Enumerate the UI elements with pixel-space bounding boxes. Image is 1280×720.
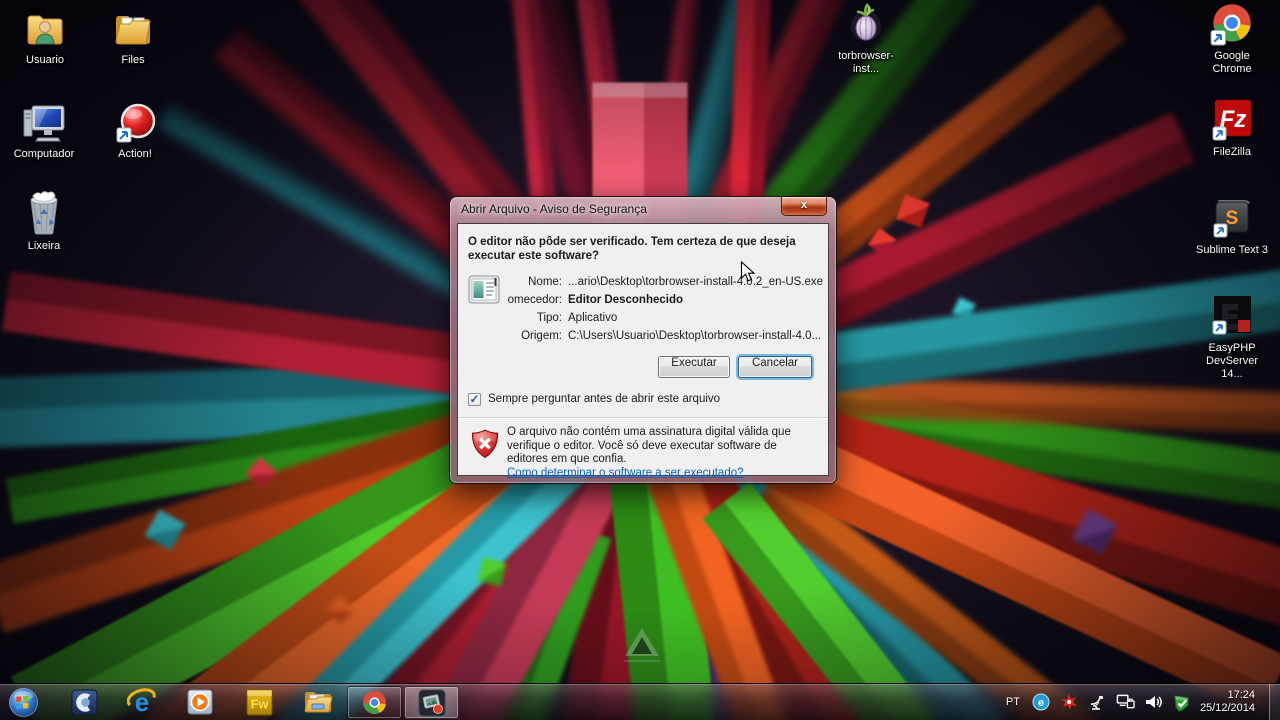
- desktop-icon-label: Computador: [13, 148, 75, 160]
- field-row-fornecedor: omecedor: Editor Desconhecido: [458, 294, 828, 312]
- desktop-icon-google-chrome[interactable]: Google Chrome: [1194, 4, 1270, 76]
- execute-button[interactable]: Executar: [658, 356, 730, 378]
- desktop-icon-label: Files: [121, 54, 145, 66]
- svg-text:S: S: [1226, 208, 1239, 229]
- tray-action-red-icon[interactable]: [1060, 691, 1079, 713]
- chrome-icon: [1194, 4, 1270, 46]
- field-label: Nome:: [528, 276, 562, 288]
- taskbar-chrome-button[interactable]: [347, 686, 402, 719]
- security-shield-icon: [471, 428, 499, 465]
- action-red-circle-icon: [97, 102, 173, 144]
- always-ask-checkbox-row: ✓ Sempre perguntar antes de abrir este a…: [468, 392, 720, 406]
- desktop-icon-sublime[interactable]: S Sublime Text 3: [1194, 198, 1270, 257]
- desktop-icon-label: torbrowser-inst...: [838, 50, 894, 75]
- sublime-text-icon: S: [1194, 198, 1270, 240]
- desktop-icon-label: Lixeira: [27, 240, 61, 252]
- svg-text:e: e: [1038, 697, 1044, 709]
- desktop-icon-filezilla[interactable]: Fz FileZilla: [1194, 99, 1270, 159]
- svg-text:Fw: Fw: [250, 697, 268, 711]
- desktop-root: Usuario Files Computador Action! Lixeira…: [0, 0, 1280, 720]
- desktop-icon-label: Google Chrome: [1212, 50, 1252, 75]
- field-label: Tipo:: [536, 312, 562, 324]
- onion-icon: [828, 3, 904, 46]
- taskbar-internet-explorer-icon[interactable]: e: [122, 685, 162, 719]
- start-button[interactable]: [2, 685, 44, 719]
- mouse-cursor: [740, 260, 757, 289]
- desktop-icon-label: Usuario: [26, 54, 64, 66]
- warning-panel: O arquivo não contém uma assinatura digi…: [458, 419, 828, 479]
- checkbox-label: Sempre perguntar antes de abrir este arq…: [488, 393, 721, 405]
- desktop-icon-lixeira[interactable]: Lixeira: [6, 191, 82, 253]
- taskbar-fireworks-icon[interactable]: Fw: [239, 685, 279, 719]
- field-value: Aplicativo: [568, 312, 618, 324]
- tray-volume-icon[interactable]: [1144, 691, 1163, 713]
- field-row-origem: Origem: C:\Users\Usuario\Desktop\torbrows…: [458, 330, 828, 348]
- close-button[interactable]: x: [781, 197, 827, 216]
- desktop-icon-label: Action!: [118, 148, 152, 160]
- dialog-title: Abrir Arquivo - Aviso de Segurança: [461, 202, 647, 216]
- desktop-icon-torbrowser[interactable]: torbrowser-inst...: [828, 3, 904, 76]
- language-indicator[interactable]: PT: [1003, 696, 1023, 708]
- cancel-button[interactable]: Cancelar: [738, 356, 812, 378]
- taskbar-camtasia-icon[interactable]: [64, 685, 104, 719]
- dialog-heading: O editor não pôde ser verificado. Tem ce…: [468, 236, 796, 262]
- computer-icon: [6, 102, 82, 144]
- desktop-icon-label: FileZilla: [1213, 146, 1251, 158]
- show-desktop-button[interactable]: [1269, 683, 1280, 720]
- field-label: Origem:: [521, 330, 562, 342]
- system-tray: PT e 17:24 25/12/2014: [1003, 684, 1269, 720]
- warning-text: O arquivo não contém uma assinatura digi…: [507, 426, 791, 479]
- field-value: ...ario\Desktop\torbrowser-install-4.0.2…: [568, 276, 824, 288]
- wallpaper-watermark-logo: [618, 628, 666, 662]
- tray-update-check-icon[interactable]: [1172, 691, 1191, 713]
- taskbar: e Fw PT e 17:24 25/12/2014: [0, 683, 1280, 720]
- desktop-icon-action[interactable]: Action!: [97, 102, 173, 161]
- security-warning-dialog: Abrir Arquivo - Aviso de Segurança x O e…: [450, 197, 836, 483]
- tray-satellite-icon[interactable]: [1088, 691, 1107, 713]
- user-folder-icon: [7, 8, 83, 50]
- recycle-bin-icon: [6, 191, 82, 236]
- field-value: Editor Desconhecido: [568, 294, 684, 306]
- desktop-icon-easyphp[interactable]: EasyPHP DevServer 14...: [1194, 296, 1270, 381]
- easyphp-icon: [1194, 296, 1270, 338]
- folder-icon: [95, 8, 171, 50]
- taskbar-media-player-icon[interactable]: [180, 685, 220, 719]
- tray-blue-e-icon[interactable]: e: [1032, 691, 1051, 713]
- tray-date: 25/12/2014: [1199, 702, 1255, 714]
- dialog-body: O editor não pôde ser verificado. Tem ce…: [457, 223, 829, 479]
- desktop-icon-label: Sublime Text 3: [1196, 244, 1268, 256]
- checkbox-checked[interactable]: ✓: [468, 392, 481, 406]
- field-value: C:\Users\Usuario\Desktop\torbrowser-inst…: [568, 330, 822, 342]
- tray-clock[interactable]: 17:24 25/12/2014: [1200, 689, 1255, 715]
- filezilla-icon: Fz: [1194, 99, 1270, 142]
- taskbar-action-button[interactable]: [404, 686, 459, 719]
- how-to-decide-link[interactable]: Como determinar o software a ser executa…: [507, 467, 744, 479]
- desktop-icon-files[interactable]: Files: [95, 8, 171, 67]
- field-row-tipo: Tipo: Aplicativo: [458, 312, 828, 330]
- desktop-icon-usuario[interactable]: Usuario: [7, 8, 83, 67]
- field-label: omecedor:: [507, 294, 562, 306]
- taskbar-explorer-icon[interactable]: [298, 685, 338, 719]
- desktop-icon-computador[interactable]: Computador: [6, 102, 82, 161]
- field-row-nome: Nome: ...ario\Desktop\torbrowser-install-…: [458, 276, 828, 294]
- tray-network-icon[interactable]: [1116, 691, 1135, 713]
- tray-time: 17:24: [1227, 689, 1255, 701]
- desktop-icon-label: EasyPHP DevServer 14...: [1206, 342, 1258, 380]
